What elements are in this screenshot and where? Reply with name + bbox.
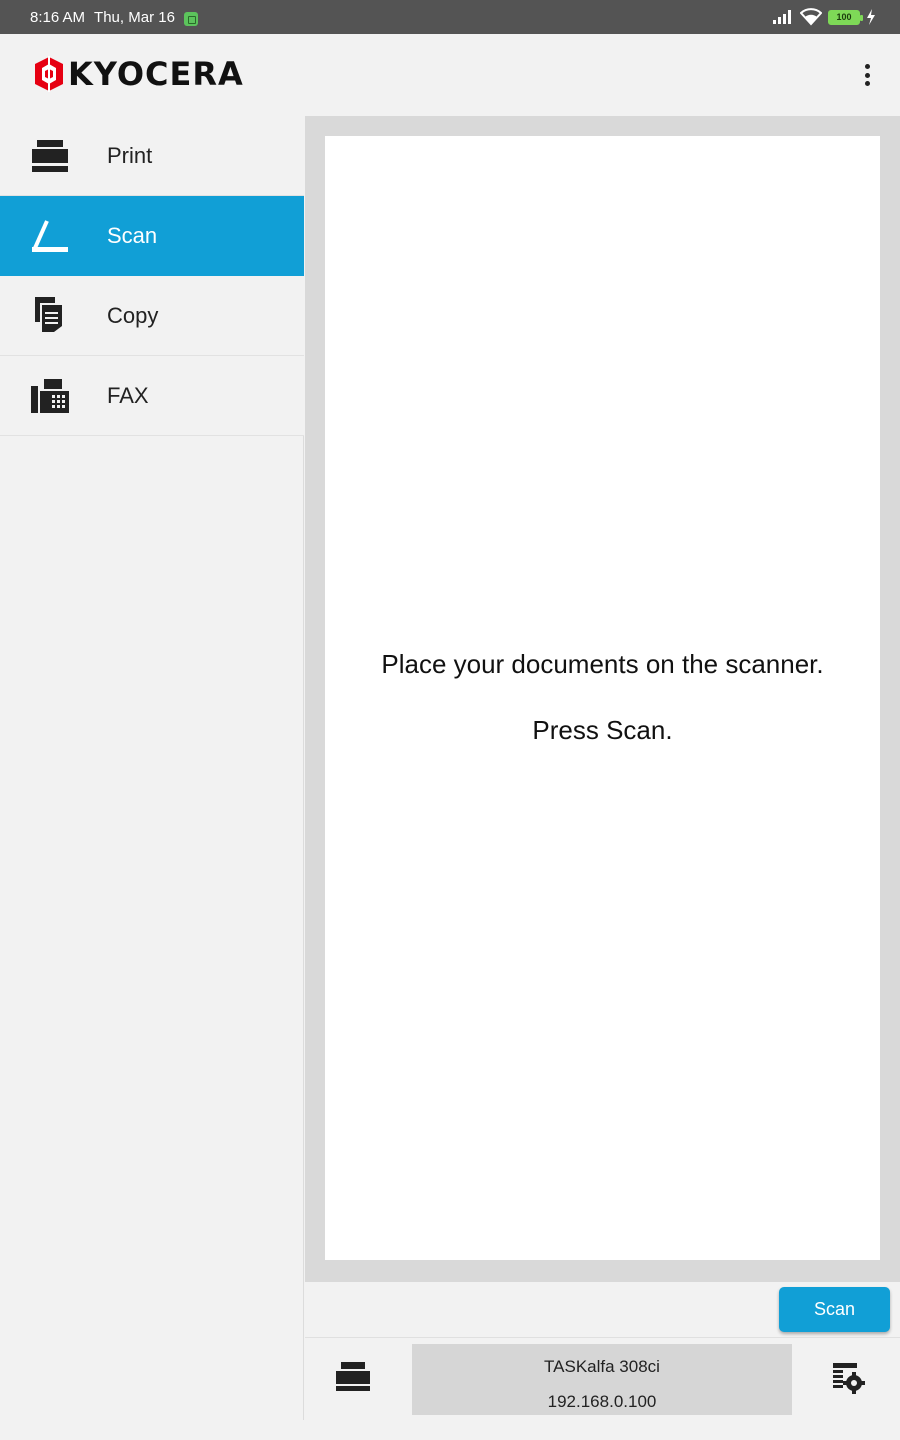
sidebar: Print Scan Copy FAX	[0, 116, 304, 1420]
menu-dot-icon	[864, 81, 870, 86]
action-bar: Scan	[305, 1282, 900, 1338]
status-bar: 8:16 AM Thu, Mar 16 100	[0, 0, 900, 34]
wifi-icon	[800, 8, 822, 26]
logo-text: KYOCERA	[68, 55, 244, 93]
device-name: TASKalfa 308ci	[544, 1357, 660, 1376]
copy-icon	[0, 276, 100, 356]
sidebar-item-print[interactable]: Print	[0, 116, 304, 196]
sidebar-item-label: FAX	[107, 382, 149, 408]
menu-dot-icon	[864, 64, 870, 69]
device-printer-icon[interactable]	[335, 1359, 377, 1399]
menu-dot-icon	[864, 72, 870, 78]
instruction-line-2: Press Scan.	[532, 715, 673, 745]
kyocera-logo: KYOCERA	[34, 56, 244, 92]
sidebar-item-label: Print	[107, 142, 153, 168]
status-date: Thu, Mar 16	[94, 9, 175, 26]
printer-icon	[0, 116, 100, 196]
scan-button[interactable]: Scan	[779, 1287, 890, 1332]
selected-device-info[interactable]: TASKalfa 308ci 192.168.0.100	[412, 1344, 792, 1415]
sidebar-item-scan[interactable]: Scan	[0, 196, 304, 276]
app-bar: KYOCERA	[0, 34, 900, 116]
scanner-icon	[0, 196, 100, 276]
signal-icon	[773, 10, 791, 24]
device-bar: TASKalfa 308ci 192.168.0.100	[305, 1339, 900, 1420]
sidebar-item-fax[interactable]: FAX	[0, 356, 304, 436]
scan-preview-panel: Place your documents on the scanner. Pre…	[325, 136, 880, 1260]
battery-level: 100	[836, 11, 852, 22]
sidebar-item-copy[interactable]: Copy	[0, 276, 304, 356]
sidebar-item-label: Scan	[107, 222, 158, 248]
device-settings-icon[interactable]	[831, 1361, 867, 1397]
notification-icon	[183, 11, 198, 26]
charging-icon	[867, 9, 875, 25]
fax-icon	[0, 356, 100, 436]
preview-area: Place your documents on the scanner. Pre…	[305, 116, 900, 1282]
status-right: 100	[772, 8, 876, 26]
status-time: 8:16 AM	[30, 9, 86, 26]
instruction-line-1: Place your documents on the scanner.	[381, 649, 824, 679]
sidebar-item-label: Copy	[107, 302, 159, 328]
kyocera-logo-icon	[35, 56, 63, 92]
overflow-menu-button[interactable]	[858, 60, 876, 90]
device-ip: 192.168.0.100	[547, 1392, 657, 1411]
battery-icon: 100	[828, 9, 863, 25]
status-left: 8:16 AM Thu, Mar 16	[30, 9, 198, 26]
